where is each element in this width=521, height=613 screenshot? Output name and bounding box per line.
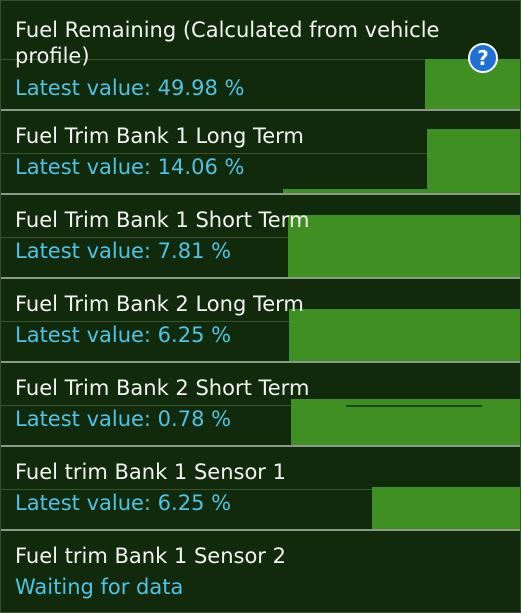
sensor-latest-value: Latest value: 14.06 %: [15, 155, 245, 179]
sensor-name: Fuel Remaining (Calculated from vehicle …: [15, 18, 440, 68]
sensor-latest-value: Latest value: 7.81 %: [15, 239, 232, 263]
sensor-name: Fuel Trim Bank 2 Short Term: [15, 376, 310, 400]
sensor-row-fuel-trim-sensor1[interactable]: Fuel trim Bank 1 Sensor 1 Latest value: …: [1, 447, 520, 531]
sensor-graph-fill: [288, 215, 520, 277]
sensor-row-fuel-trim-bank1-long[interactable]: Fuel Trim Bank 1 Long Term Latest value:…: [1, 111, 520, 195]
sensor-graph-fill: [427, 129, 520, 193]
sensor-graph-fill: [372, 487, 520, 529]
sensor-list: Fuel Remaining (Calculated from vehicle …: [0, 0, 521, 613]
sensor-row-fuel-trim-bank2-long[interactable]: Fuel Trim Bank 2 Long Term Latest value:…: [1, 279, 520, 363]
sensor-status: Waiting for data: [15, 575, 184, 599]
sensor-name: Fuel Trim Bank 1 Long Term: [15, 124, 304, 148]
sensor-row-fuel-trim-bank1-short[interactable]: Fuel Trim Bank 1 Short Term Latest value…: [1, 195, 520, 279]
sensor-row-fuel-trim-bank2-short[interactable]: Fuel Trim Bank 2 Short Term Latest value…: [1, 363, 520, 447]
sensor-name: Fuel trim Bank 1 Sensor 2: [15, 544, 286, 568]
sensor-name: Fuel Trim Bank 1 Short Term: [15, 208, 310, 232]
sensor-latest-value: Latest value: 6.25 %: [15, 491, 232, 515]
help-icon[interactable]: ?: [468, 43, 498, 73]
sensor-latest-value: Latest value: 0.78 %: [15, 407, 232, 431]
sensor-graph-fill: [346, 405, 482, 407]
sensor-name: Fuel Trim Bank 2 Long Term: [15, 292, 304, 316]
sensor-latest-value: Latest value: 6.25 %: [15, 323, 232, 347]
sensor-row-fuel-trim-sensor2[interactable]: Fuel trim Bank 1 Sensor 2 Waiting for da…: [1, 531, 520, 612]
sensor-graph-fill: [289, 309, 520, 361]
sensor-latest-value: Latest value: 49.98 %: [15, 76, 245, 100]
sensor-row-fuel-remaining[interactable]: Fuel Remaining (Calculated from vehicle …: [1, 1, 520, 111]
sensor-name: Fuel trim Bank 1 Sensor 1: [15, 460, 286, 484]
